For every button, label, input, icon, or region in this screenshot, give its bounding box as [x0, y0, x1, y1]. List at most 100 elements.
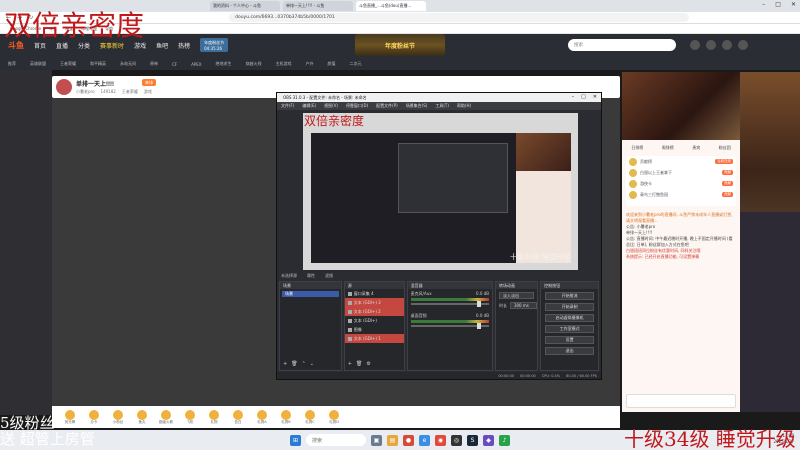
subnav-item[interactable]: 和平精英 [90, 61, 106, 67]
gift-item[interactable]: 礼物A [252, 409, 272, 425]
remove-icon[interactable]: 🗑 [356, 361, 362, 367]
tab-fans[interactable]: 粉丝团 [719, 145, 731, 151]
gift-item[interactable]: 礼物 [204, 409, 224, 425]
volume-slider[interactable] [410, 323, 489, 329]
duration-input[interactable]: 300 ms [509, 302, 538, 309]
gift-item[interactable]: 办卡 [84, 409, 104, 425]
subnav-item[interactable]: 永劫无间 [120, 61, 136, 67]
chat-input[interactable] [626, 394, 736, 408]
source-item-selected[interactable]: 文本 (GDI+) 1 [344, 334, 404, 343]
transition-select[interactable]: 淡入淡出 [498, 292, 535, 299]
filters-button[interactable]: 滤镜 [325, 273, 333, 279]
obs-icon[interactable]: ◎ [451, 434, 462, 446]
gift-item[interactable]: 荧光棒 [60, 409, 80, 425]
url-input[interactable]: douyu.com/6693...0370b374b5b/0000/1701 [229, 13, 690, 22]
menu-item[interactable]: 停靠窗口(D) [346, 103, 368, 109]
event-banner[interactable]: 年度粉丝节 [355, 34, 445, 56]
history-icon[interactable] [690, 40, 700, 50]
download-icon[interactable] [706, 40, 716, 50]
remove-icon[interactable]: 🗑 [291, 361, 297, 367]
subnav-item[interactable]: 绝地求生 [216, 61, 232, 67]
minimize-icon[interactable]: – [762, 1, 765, 8]
rank-row[interactable]: 白银以上王者拿下 贡献 [626, 167, 736, 178]
gift-item[interactable]: 鱼丸 [132, 409, 152, 425]
exit-button[interactable]: 退出 [545, 347, 595, 355]
volume-slider[interactable] [410, 301, 489, 307]
tab-daily[interactable]: 日排榜 [631, 145, 643, 151]
subnav-item[interactable]: 原神 [150, 61, 158, 67]
browser-tab-active[interactable]: 斗鱼直播_...斗鱼(dou)直播... [356, 1, 426, 11]
subnav-item[interactable]: 主机游戏 [276, 61, 292, 67]
slider-handle[interactable] [476, 301, 481, 307]
category-link[interactable]: 王者荣耀 [122, 89, 138, 95]
menu-item[interactable]: 配置文件(P) [376, 103, 398, 109]
browser-tab[interactable]: 我的资料 - 个人中心 - 斗鱼 [210, 1, 280, 11]
slider-handle[interactable] [476, 323, 481, 329]
menu-item[interactable]: 帮助(H) [457, 103, 471, 109]
close-icon[interactable]: ✕ [593, 94, 597, 100]
gift-item[interactable]: 礼物D [324, 409, 344, 425]
virtual-camera-button[interactable]: 启动虚拟摄像机 [545, 314, 595, 322]
menu-item[interactable]: 文件(F) [281, 103, 294, 109]
gift-item[interactable]: 告白 [228, 409, 248, 425]
up-icon[interactable]: ⌃ [302, 361, 306, 367]
subnav-item[interactable]: 推荐 [8, 61, 16, 67]
tab-weekly[interactable]: 周排榜 [662, 145, 674, 151]
avatar[interactable] [738, 40, 748, 50]
menu-item[interactable]: 场景集合(S) [406, 103, 428, 109]
gift-item[interactable]: 小粉丝 [108, 409, 128, 425]
rank-row[interactable]: 青鸟三打鲍鱼园 贡献 [626, 189, 736, 200]
subnav-item[interactable]: CF [172, 62, 177, 67]
chrome-icon[interactable]: ◉ [435, 434, 446, 446]
subnav-item[interactable]: 颜值 [328, 61, 336, 67]
task-view-icon[interactable]: ▣ [371, 434, 382, 446]
edge-icon[interactable]: e [419, 434, 430, 446]
gift-item[interactable]: 飞机 [180, 409, 200, 425]
gift-item[interactable]: 礼物C [300, 409, 320, 425]
subnav-item[interactable]: 英雄联盟 [30, 61, 46, 67]
taskbar-search[interactable]: 搜索 [306, 434, 366, 446]
steam-icon[interactable]: S [467, 434, 478, 446]
close-icon[interactable]: ✕ [791, 1, 796, 8]
app-icon[interactable]: ● [403, 434, 414, 446]
site-search-input[interactable]: 搜索 [568, 39, 676, 51]
maximize-icon[interactable]: □ [775, 1, 781, 8]
scene-item[interactable]: 场景 [282, 291, 339, 297]
subnav-item[interactable]: 户外 [306, 61, 314, 67]
nav-link[interactable]: 热榜 [178, 41, 190, 50]
promo-countdown[interactable]: 年度粉丝节 04:35:26 [200, 38, 229, 52]
file-explorer-icon[interactable]: ▤ [387, 434, 398, 446]
message-icon[interactable] [722, 40, 732, 50]
app-icon[interactable]: ◆ [483, 434, 494, 446]
promo-art[interactable] [622, 72, 740, 140]
browser-tab[interactable]: 单排一天上!!!! - 斗鱼 [283, 1, 353, 11]
menu-item[interactable]: 编辑(E) [302, 103, 316, 109]
source-item[interactable]: 文本 (GDI+) [345, 316, 404, 325]
menu-item[interactable]: 工具(T) [435, 103, 449, 109]
tab-vip[interactable]: 贵宾 [692, 145, 700, 151]
subnav-item[interactable]: 二次元 [350, 61, 362, 67]
streamer-name[interactable]: 小薯老pro [76, 89, 95, 95]
obs-preview[interactable] [303, 113, 578, 270]
add-icon[interactable]: + [348, 361, 352, 367]
subnav-item[interactable]: 穿越火线 [246, 61, 262, 67]
source-item[interactable]: 窗口采集 4 [345, 289, 404, 298]
rank-row[interactable]: 贡献榜 当前在线 [626, 156, 736, 167]
ad-art[interactable] [740, 72, 800, 212]
app-icon[interactable]: ♪ [499, 434, 510, 446]
settings-icon[interactable]: ⚙ [366, 361, 370, 367]
gift-item[interactable]: 超级火箭 [156, 409, 176, 425]
source-item-selected[interactable]: 文本 (GDI+) 2 [344, 307, 404, 316]
start-icon[interactable]: ⊞ [290, 434, 301, 446]
nav-link[interactable]: 鱼吧 [156, 41, 168, 50]
menu-item[interactable]: 视图(V) [324, 103, 338, 109]
rank-row[interactable]: 游侠卡 贡献 [626, 178, 736, 189]
source-item-selected[interactable]: 文本 (GDI+) 3 [344, 298, 404, 307]
tag[interactable]: 游戏 [144, 89, 152, 95]
maximize-icon[interactable]: □ [581, 94, 586, 100]
minimize-icon[interactable]: – [572, 94, 575, 100]
source-item[interactable]: 图像 [345, 325, 404, 334]
subnav-item[interactable]: 王者荣耀 [60, 61, 76, 67]
subnav-item[interactable]: APEX [191, 62, 201, 67]
studio-mode-button[interactable]: 工作室模式 [545, 325, 595, 333]
